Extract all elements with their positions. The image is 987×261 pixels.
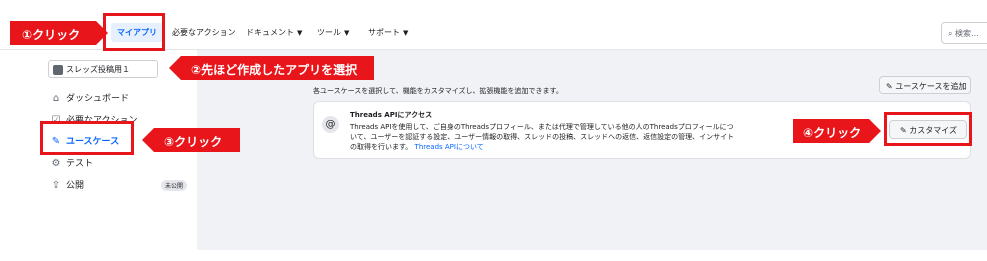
search-icon: ⌕ [948,29,953,38]
nav-required-actions[interactable]: 必要なアクション [172,27,236,38]
highlight-customize [884,112,972,146]
sidebar [0,50,197,261]
add-use-case-label: ユースケースを追加 [895,82,967,91]
highlight-use-cases [40,121,134,155]
search-placeholder: 検索... [955,29,979,38]
annotation-step1: ①クリック [10,21,108,45]
card-title: Threads APIにアクセス [350,111,433,119]
highlight-my-apps [103,13,165,51]
chevron-down-icon: ▼ [297,29,303,37]
nav-documents-label: ドキュメント [246,28,294,37]
nav-documents[interactable]: ドキュメント ▼ [246,27,302,38]
nav-support-label: サポート [368,28,400,37]
nav-tools[interactable]: ツール ▼ [317,27,349,38]
home-icon: ⌂ [52,93,60,104]
page-description: 各ユースケースを選択して、機能をカスタマイズし、拡張機能を追加できます。 [313,87,563,95]
annotation-step2: ②先ほど作成したアプリを選択 [169,56,374,80]
nav-support[interactable]: サポート ▼ [368,27,408,38]
sidebar-item-test[interactable]: ⚙ テスト [50,156,94,169]
threads-icon: @ [322,116,339,133]
upload-icon: ⇪ [51,180,61,191]
sidebar-item-label: 公開 [66,181,85,191]
sidebar-item-label: ダッシュボード [66,94,130,104]
app-selector[interactable]: スレッズ投稿用１ [48,60,158,78]
threads-api-link[interactable]: Threads APIについて [415,143,484,151]
search-input[interactable]: ⌕ 検索... [941,22,987,44]
sidebar-item-dashboard[interactable]: ⌂ ダッシュボード [50,91,129,104]
app-selector-label: スレッズ投稿用１ [66,65,130,74]
sidebar-item-label: テスト [66,159,94,169]
add-use-case-button[interactable]: ✎ ユースケースを追加 [879,76,971,94]
nav-tools-label: ツール [317,28,341,37]
test-icon: ⚙ [51,158,61,169]
card-description: Threads APIを使用して、ご自身のThreadsプロフィール、または代理… [350,122,740,152]
chevron-down-icon: ▼ [403,29,409,37]
annotation-step3: ③クリック [142,128,240,152]
status-badge: 未公開 [161,180,188,191]
chevron-down-icon: ▼ [344,29,350,37]
pencil-icon: ✎ [886,82,893,91]
card-body-text: Threads APIを使用して、ご自身のThreadsプロフィール、または代理… [350,123,735,151]
sidebar-item-publish[interactable]: ⇪ 公開 [50,178,84,191]
annotation-step4: ④クリック [793,119,881,143]
app-icon [53,64,63,75]
